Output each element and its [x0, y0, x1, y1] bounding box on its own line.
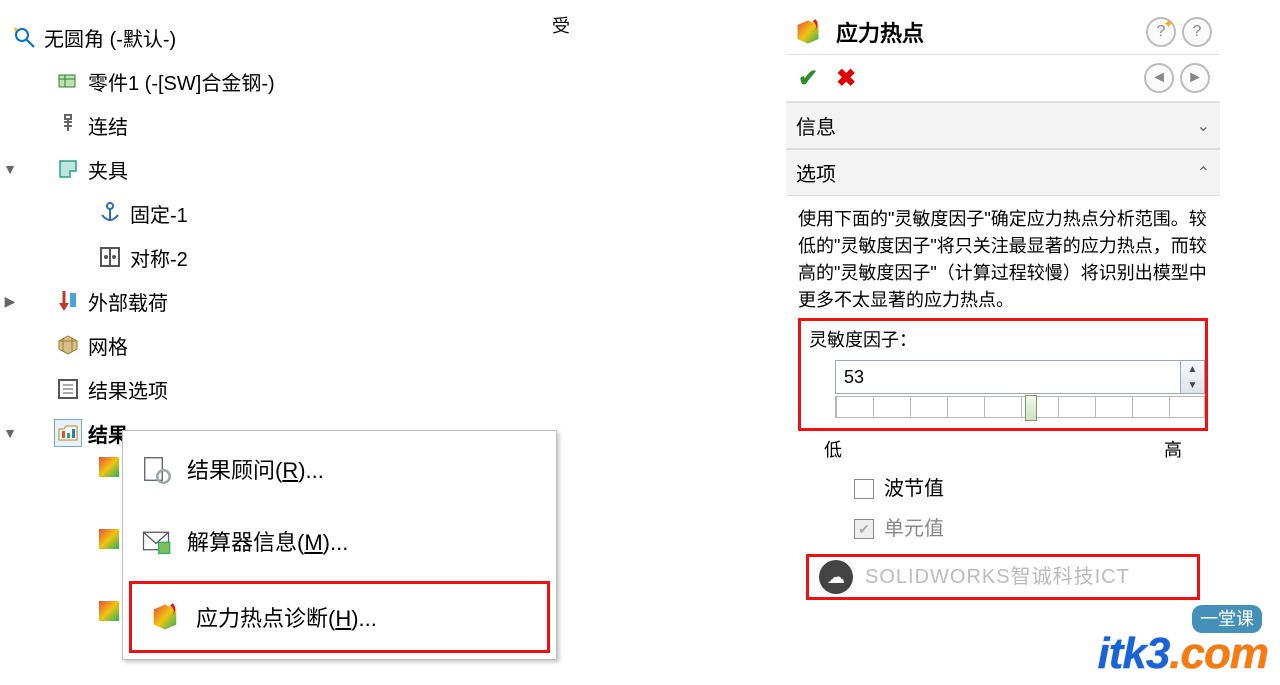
tree-result-options-label: 结果选项: [88, 375, 168, 404]
site-watermark: itk3.com: [1097, 629, 1268, 679]
tree-fixture-sym-label: 对称-2: [130, 243, 188, 272]
menu-results-advisor[interactable]: 结果顾问(R)...: [123, 433, 556, 505]
tree-connections[interactable]: 连结: [0, 103, 560, 147]
result-options-icon: [54, 375, 82, 403]
stress-hotspot-icon: [148, 600, 182, 634]
chevron-down-icon: ⌄: [1197, 116, 1210, 136]
symmetry-icon: [96, 243, 124, 271]
sensitivity-spinbox[interactable]: ▲ ▼: [835, 360, 1205, 394]
section-options: 选项 ⌃ 使用下面的"灵敏度因子"确定应力热点分析范围。较低的"灵敏度因子"将只…: [786, 149, 1220, 610]
tree-part[interactable]: 零件1 (-[SW]合金钢-): [0, 59, 560, 103]
tree-fixtures[interactable]: ▼ 夹具: [0, 147, 560, 191]
options-description: 使用下面的"灵敏度因子"确定应力热点分析范围。较低的"灵敏度因子"将只关注最显著…: [798, 206, 1208, 314]
prev-icon[interactable]: ◄: [1144, 63, 1174, 93]
tree-loads-label: 外部载荷: [88, 287, 168, 316]
result-plot-icon: [94, 524, 124, 554]
slider-thumb[interactable]: [1025, 395, 1037, 421]
tree-connections-label: 连结: [88, 111, 128, 140]
menu-solver-messages[interactable]: 解算器信息(M)...: [123, 505, 556, 577]
tree-result-options[interactable]: 结果选项: [0, 367, 560, 411]
help-new-icon[interactable]: ?✦: [1146, 17, 1176, 47]
checkbox-icon[interactable]: [854, 479, 874, 499]
section-info: 信息 ⌄: [786, 102, 1220, 149]
part-icon: [54, 67, 82, 95]
section-info-header[interactable]: 信息 ⌄: [786, 102, 1220, 149]
section-title: 信息: [796, 111, 1197, 140]
tree-root[interactable]: 无圆角 (-默认-): [0, 15, 560, 59]
tree-fixture-fixed-label: 固定-1: [130, 199, 188, 228]
logo-main: itk3: [1097, 629, 1169, 678]
pm-title: 应力热点: [836, 16, 1140, 48]
solver-messages-icon: [139, 524, 173, 558]
cancel-icon[interactable]: ✖: [836, 64, 856, 93]
mesh-icon: [54, 331, 82, 359]
caret-results[interactable]: ▼: [0, 425, 20, 441]
stress-hotspot-icon: [794, 18, 822, 46]
low-label: 低: [824, 437, 842, 464]
tree-root-label: 无圆角 (-默认-): [44, 23, 176, 52]
tree-fixture-sym[interactable]: 对称-2: [0, 235, 560, 279]
tree-mesh-label: 网格: [88, 331, 128, 360]
result-plot-icon: [94, 596, 124, 626]
elemental-label: 单元值: [884, 514, 944, 544]
menu-label: 应力热点诊断(H)...: [196, 601, 377, 633]
sensitivity-input[interactable]: [835, 360, 1181, 394]
advisor-icon: [139, 452, 173, 486]
menu-stress-hotspot[interactable]: 应力热点诊断(H)...: [129, 581, 550, 653]
caret-loads[interactable]: ▶: [0, 293, 20, 310]
elemental-checkbox-row[interactable]: ✔ 单元值: [854, 514, 1208, 544]
tree-fixture-fixed[interactable]: 固定-1: [0, 191, 560, 235]
section-title: 选项: [796, 158, 1197, 187]
watermark-group: ☁ SOLIDWORKS智诚科技ICT: [806, 554, 1200, 600]
tree-fixtures-label: 夹具: [88, 155, 128, 184]
results-context-menu: 结果顾问(R)... 解算器信息(M)... 应力热点诊断(H)...: [122, 430, 557, 660]
results-folder-icon: [54, 419, 82, 447]
study-icon: [10, 23, 38, 51]
menu-label: 解算器信息(M)...: [187, 525, 348, 557]
result-plot-icon: [94, 452, 124, 482]
menu-label: 结果顾问(R)...: [187, 453, 324, 485]
loads-icon: [54, 287, 82, 315]
wechat-icon: ☁: [819, 560, 853, 594]
checkbox-checked-disabled-icon: ✔: [854, 519, 874, 539]
fixtures-icon: [54, 155, 82, 183]
sensitivity-label: 灵敏度因子：: [809, 327, 1197, 354]
pm-confirm-row: ✔ ✖ ◄ ►: [786, 55, 1220, 102]
caret-fixtures[interactable]: ▼: [0, 161, 20, 177]
spin-down-icon[interactable]: ▼: [1181, 377, 1204, 393]
nodal-label: 波节值: [884, 474, 944, 504]
high-label: 高: [1164, 437, 1182, 464]
anchor-icon: [96, 199, 124, 227]
pm-header: 应力热点 ?✦ ?: [786, 10, 1220, 55]
sensitivity-slider[interactable]: [835, 396, 1205, 418]
tree-part-label: 零件1 (-[SW]合金钢-): [88, 67, 275, 96]
sensitivity-group: 灵敏度因子： ▲ ▼: [798, 318, 1208, 431]
logo-suffix: .com: [1169, 629, 1268, 678]
next-icon[interactable]: ►: [1180, 63, 1210, 93]
tree-mesh[interactable]: 网格: [0, 323, 560, 367]
section-options-header[interactable]: 选项 ⌃: [786, 149, 1220, 196]
slider-range-labels: 低 高: [824, 437, 1182, 464]
connections-icon: [54, 111, 82, 139]
spin-up-icon[interactable]: ▲: [1181, 361, 1204, 377]
stray-text: 受: [552, 12, 570, 38]
simulation-tree: 无圆角 (-默认-) 零件1 (-[SW]合金钢-) 连结 ▼ 夹具 固定-1: [0, 0, 560, 455]
help-icon[interactable]: ?: [1182, 17, 1212, 47]
tree-loads[interactable]: ▶ 外部载荷: [0, 279, 560, 323]
property-manager: 应力热点 ?✦ ? ✔ ✖ ◄ ► 信息 ⌄ 选项 ⌃ 使用下面的"灵敏度因子"…: [786, 10, 1220, 610]
nodal-checkbox-row[interactable]: 波节值: [854, 474, 1208, 504]
ok-icon[interactable]: ✔: [798, 64, 818, 93]
watermark-text: SOLIDWORKS智诚科技ICT: [865, 562, 1187, 592]
spin-buttons[interactable]: ▲ ▼: [1181, 360, 1205, 394]
chevron-up-icon: ⌃: [1197, 163, 1210, 183]
